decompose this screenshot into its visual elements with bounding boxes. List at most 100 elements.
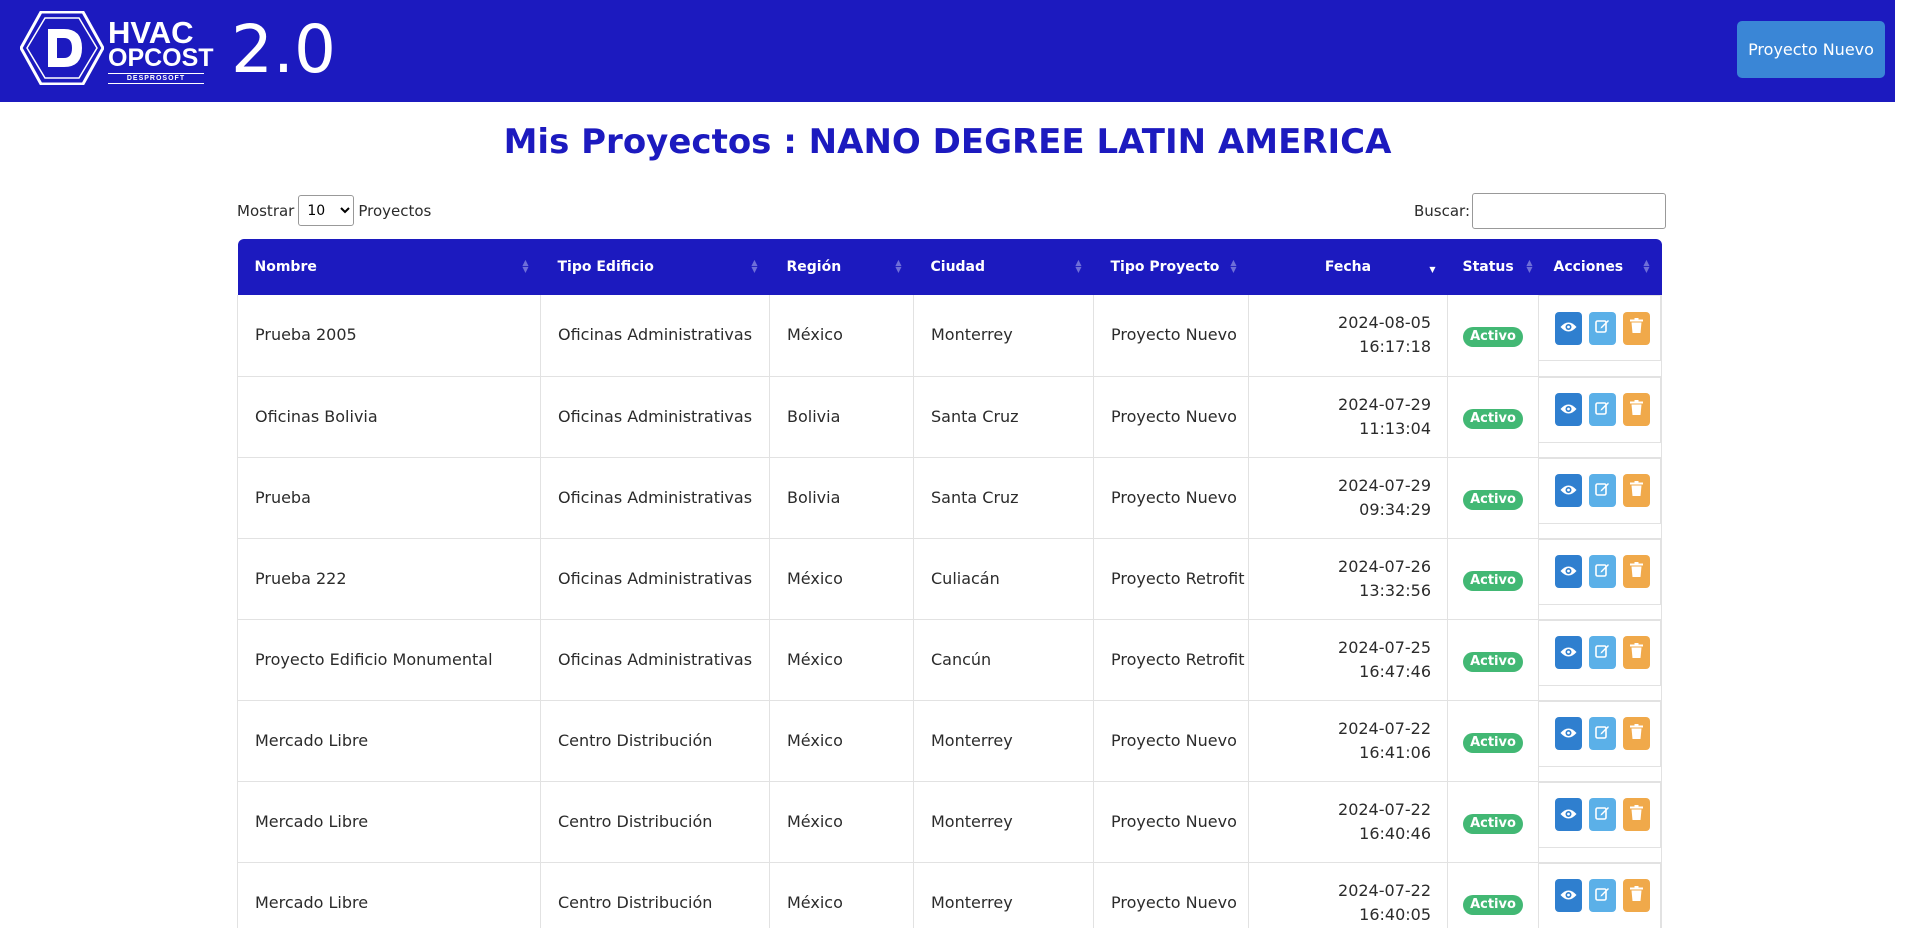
- cell-region: México: [769, 862, 914, 928]
- delete-button[interactable]: [1623, 636, 1650, 669]
- column-header-tipo-proyecto[interactable]: Tipo Proyecto ▲ ▼: [1094, 239, 1249, 295]
- edit-icon: [1595, 560, 1610, 584]
- cell-nombre: Mercado Libre: [237, 781, 541, 862]
- edit-button[interactable]: [1589, 879, 1616, 912]
- column-header-tipo-edificio[interactable]: Tipo Edificio ▲ ▼: [541, 239, 770, 295]
- fecha-time: 16:40:46: [1359, 823, 1431, 843]
- cell-status: Activo: [1447, 862, 1539, 928]
- view-button[interactable]: [1555, 555, 1582, 588]
- fecha-time: 09:34:29: [1359, 499, 1431, 519]
- cell-region: México: [769, 619, 914, 700]
- page-title: Mis Proyectos : NANO DEGREE LATIN AMERIC…: [503, 122, 1392, 162]
- column-header-region[interactable]: Región ▲ ▼: [770, 239, 914, 295]
- sort-icon: ▲ ▼: [1526, 258, 1533, 274]
- actions-group: [1539, 781, 1661, 848]
- view-button[interactable]: [1555, 311, 1582, 345]
- table-row: Prueba 2005 Oficinas Administrativas Méxic…: [237, 295, 1662, 376]
- sort-icon: ▲ ▼: [1643, 258, 1650, 274]
- cell-region: México: [769, 295, 914, 376]
- edit-button[interactable]: [1589, 798, 1616, 831]
- cell-fecha: 2024-07-29 11:13:04: [1248, 376, 1448, 457]
- cell-nombre: Prueba 2005: [237, 295, 541, 376]
- edit-icon: [1595, 641, 1610, 665]
- cell-tipo-edificio: Oficinas Administrativas: [540, 619, 770, 700]
- delete-button[interactable]: [1623, 717, 1650, 750]
- status-badge: Activo: [1463, 327, 1523, 348]
- trash-icon: [1630, 398, 1643, 422]
- column-header-ciudad[interactable]: Ciudad ▲ ▼: [914, 239, 1094, 295]
- delete-button[interactable]: [1623, 474, 1650, 507]
- cell-tipo-proyecto: Proyecto Nuevo: [1093, 376, 1249, 457]
- logo-wordmark: HVAC OPCOST DESPROSOFT: [108, 15, 214, 84]
- delete-button[interactable]: [1623, 798, 1650, 831]
- cell-ciudad: Santa Cruz: [913, 376, 1094, 457]
- cell-acciones: [1538, 295, 1662, 376]
- cell-tipo-proyecto: Proyecto Nuevo: [1093, 457, 1249, 538]
- status-badge: Activo: [1463, 570, 1523, 591]
- edit-button[interactable]: [1589, 311, 1616, 345]
- show-suffix: Proyectos: [358, 201, 432, 220]
- projects-table-container: Nombre ▲ ▼ Tipo Edificio ▲ ▼ Región ▲ ▼ Ciudad…: [237, 239, 1662, 928]
- cell-region: México: [769, 781, 914, 862]
- delete-button[interactable]: [1623, 555, 1650, 588]
- cell-ciudad: Culiacán: [913, 538, 1094, 619]
- cell-tipo-edificio: Centro Distribución: [540, 781, 770, 862]
- actions-group: [1539, 700, 1661, 767]
- cell-ciudad: Monterrey: [913, 862, 1094, 928]
- cell-fecha: 2024-07-22 16:40:05: [1248, 862, 1448, 928]
- view-button[interactable]: [1555, 636, 1582, 669]
- delete-button[interactable]: [1623, 879, 1650, 912]
- view-button[interactable]: [1555, 879, 1582, 912]
- search-label: Buscar:: [1414, 202, 1471, 220]
- table-row: Prueba Oficinas Administrativas Bolivia San…: [237, 457, 1662, 538]
- status-badge: Activo: [1463, 732, 1523, 753]
- eye-icon: [1560, 641, 1577, 665]
- cell-ciudad: Santa Cruz: [913, 457, 1094, 538]
- fecha-time: 16:17:18: [1359, 337, 1431, 357]
- actions-group: [1539, 376, 1661, 443]
- view-button[interactable]: [1555, 717, 1582, 750]
- edit-icon: [1595, 803, 1610, 827]
- fecha-date: 2024-07-22: [1338, 880, 1431, 900]
- cell-region: México: [769, 538, 914, 619]
- cell-acciones: [1538, 781, 1662, 862]
- view-button[interactable]: [1555, 474, 1582, 507]
- new-project-button[interactable]: Proyecto Nuevo: [1737, 21, 1885, 78]
- status-badge: Activo: [1463, 651, 1523, 672]
- cell-fecha: 2024-07-29 09:34:29: [1248, 457, 1448, 538]
- delete-button[interactable]: [1623, 393, 1650, 426]
- cell-nombre: Mercado Libre: [237, 862, 541, 928]
- cell-nombre: Mercado Libre: [237, 700, 541, 781]
- edit-button[interactable]: [1589, 393, 1616, 426]
- edit-icon: [1595, 316, 1610, 340]
- fecha-date: 2024-07-29: [1338, 394, 1431, 414]
- column-header-acciones[interactable]: Acciones ▲ ▼: [1539, 239, 1662, 295]
- delete-button[interactable]: [1623, 311, 1650, 345]
- cell-fecha: 2024-07-26 13:32:56: [1248, 538, 1448, 619]
- fecha-time: 16:41:06: [1359, 742, 1431, 762]
- projects-table: Nombre ▲ ▼ Tipo Edificio ▲ ▼ Región ▲ ▼ Ciudad…: [237, 239, 1662, 928]
- column-header-fecha[interactable]: Fecha ▲ ▼: [1249, 239, 1448, 295]
- cell-acciones: [1538, 700, 1662, 781]
- cell-tipo-proyecto: Proyecto Nuevo: [1093, 295, 1249, 376]
- cell-acciones: [1538, 862, 1662, 928]
- edit-button[interactable]: [1589, 555, 1616, 588]
- search-input[interactable]: [1472, 193, 1667, 229]
- edit-button[interactable]: [1589, 717, 1616, 750]
- table-row: Mercado Libre Centro Distribución México Mo…: [237, 700, 1662, 781]
- page-length-select[interactable]: 102550100: [298, 195, 355, 226]
- actions-group: [1539, 619, 1661, 686]
- column-header-status[interactable]: Status ▲ ▼: [1448, 239, 1539, 295]
- hvac-opcost-logo[interactable]: HVAC OPCOST DESPROSOFT: [20, 11, 220, 85]
- edit-button[interactable]: [1589, 474, 1616, 507]
- view-button[interactable]: [1555, 393, 1582, 426]
- app-version: 2.0: [231, 11, 336, 88]
- cell-ciudad: Monterrey: [913, 700, 1094, 781]
- column-header-nombre[interactable]: Nombre ▲ ▼: [238, 239, 541, 295]
- view-button[interactable]: [1555, 798, 1582, 831]
- cell-fecha: 2024-07-25 16:47:46: [1248, 619, 1448, 700]
- cell-region: Bolivia: [769, 376, 914, 457]
- table-row: Proyecto Edificio Monumental Oficinas Adm…: [237, 619, 1662, 700]
- edit-button[interactable]: [1589, 636, 1616, 669]
- cell-nombre: Prueba 222: [237, 538, 541, 619]
